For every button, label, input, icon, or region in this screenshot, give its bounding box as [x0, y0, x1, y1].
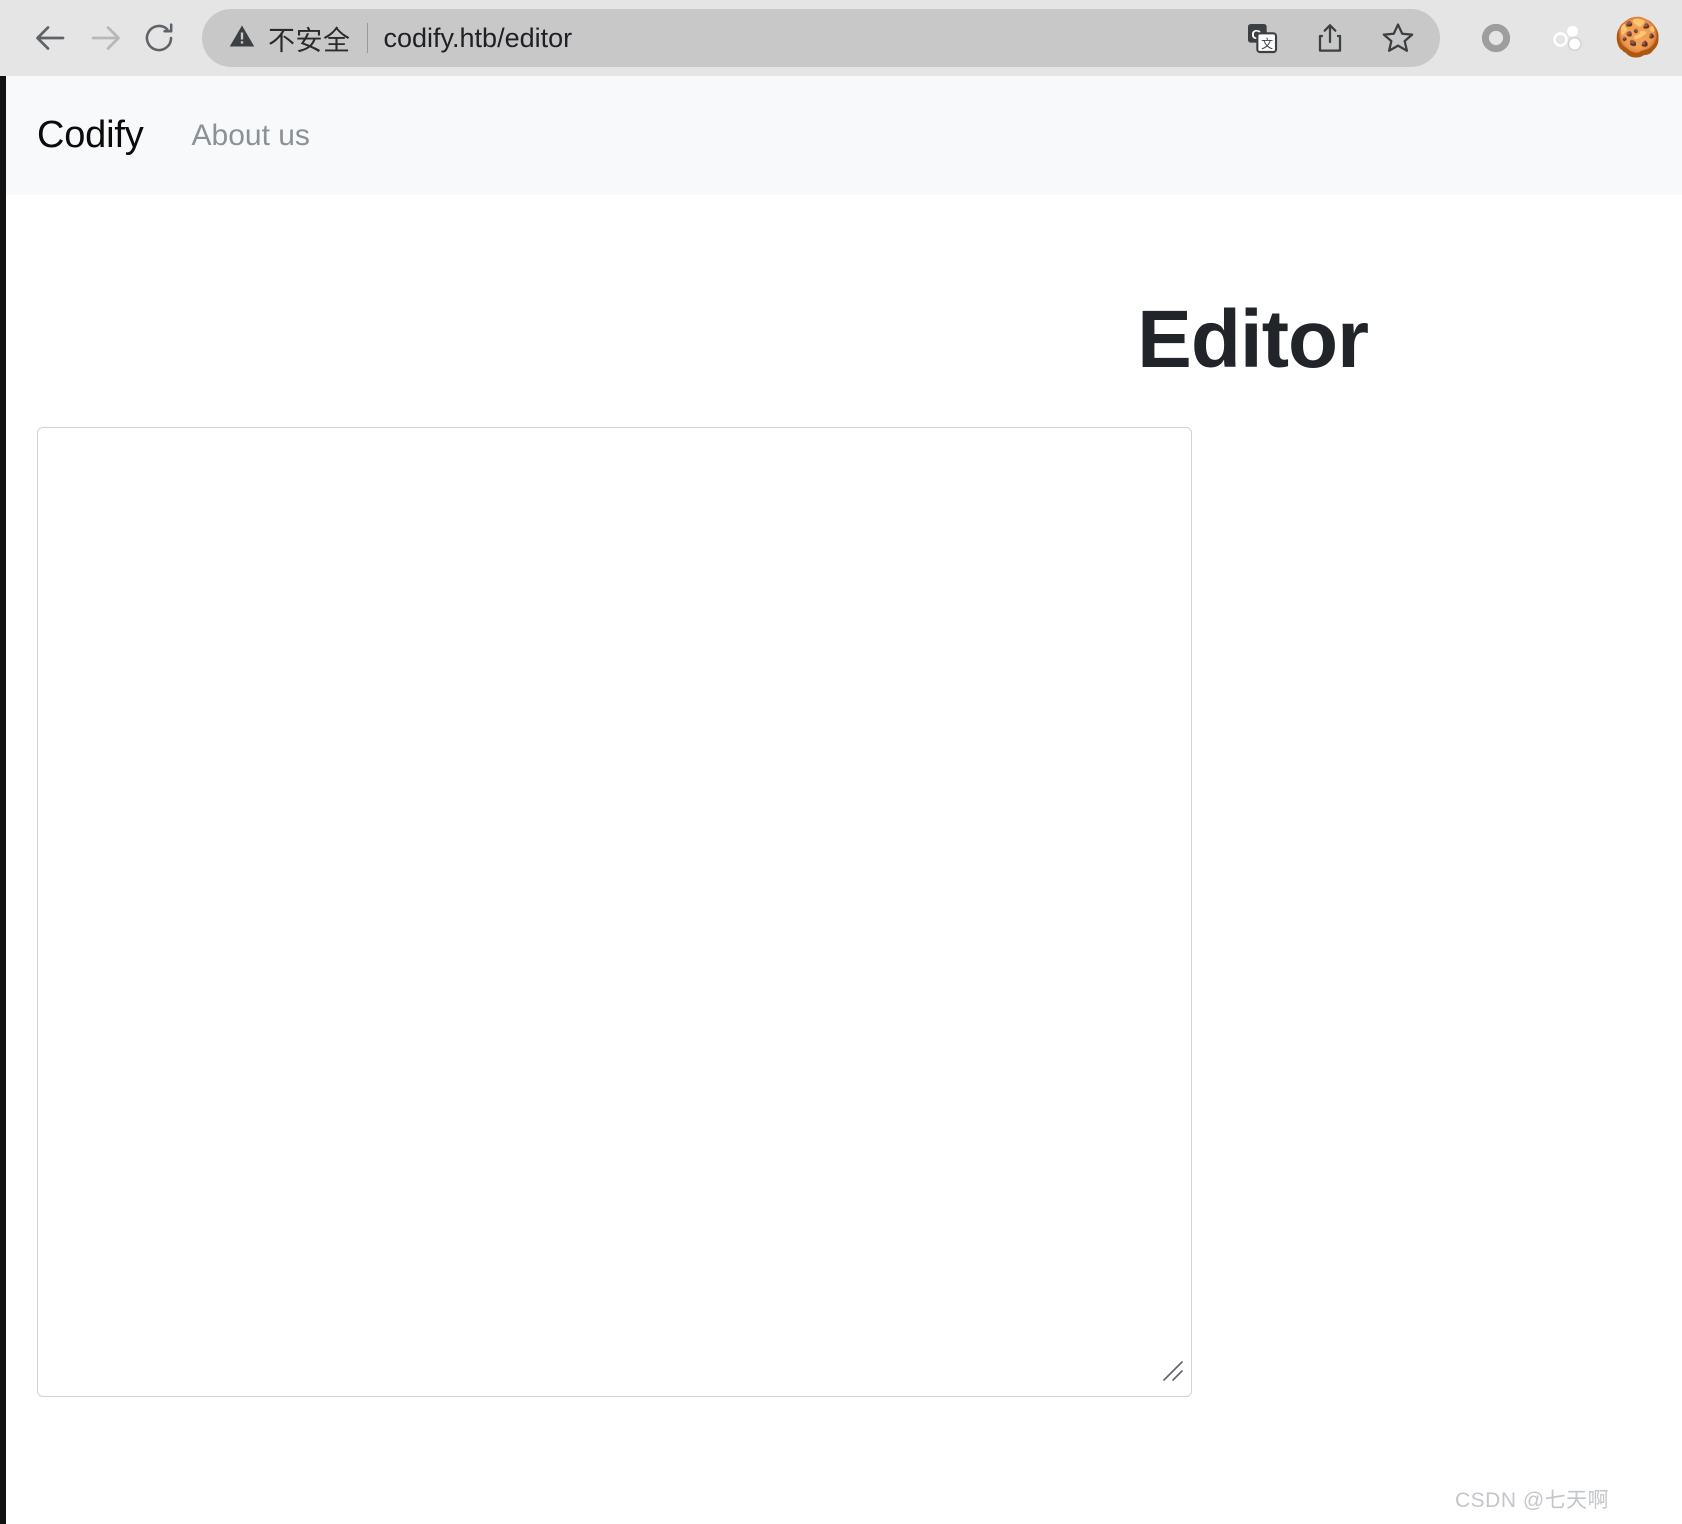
site-navbar: Codify About us [0, 76, 1682, 195]
reload-button[interactable] [132, 11, 186, 65]
back-button[interactable] [24, 11, 78, 65]
cookie-avatar-icon: 🍪 [1614, 17, 1662, 59]
reload-icon [142, 21, 176, 55]
forward-button[interactable] [78, 11, 132, 65]
watermark-text: CSDN @七天啊 [1455, 1489, 1610, 1512]
extensions-molecule-icon[interactable] [1546, 16, 1590, 60]
security-status-text: 不安全 [268, 25, 351, 56]
brand-logo[interactable]: Codify [37, 114, 144, 157]
arrow-right-icon [87, 20, 123, 56]
address-bar[interactable]: 不安全 codify.htb/editor G 文 [202, 9, 1440, 67]
profile-ring-icon[interactable] [1474, 16, 1518, 60]
chrome-actions: 🍪 [1474, 16, 1668, 60]
page-title: Editor [1137, 294, 1369, 385]
browser-toolbar: 不安全 codify.htb/editor G 文 🍪 [0, 0, 1682, 76]
share-icon[interactable] [1308, 16, 1352, 60]
svg-text:文: 文 [1261, 36, 1273, 51]
page-viewport: Codify About us Editor Run [0, 76, 1682, 1524]
bookmark-star-icon[interactable] [1376, 16, 1420, 60]
omnibox-divider [366, 23, 368, 53]
nav-link-about-us[interactable]: About us [192, 119, 310, 153]
not-secure-warning-icon [228, 22, 256, 55]
code-editor-textarea[interactable] [37, 427, 1192, 1397]
omnibox-actions: G 文 [1240, 16, 1420, 60]
url-text: codify.htb/editor [383, 22, 573, 53]
browser-window: 不安全 codify.htb/editor G 文 🍪 Codify About… [0, 0, 1682, 1524]
google-translate-icon[interactable]: G 文 [1240, 16, 1284, 60]
avatar[interactable]: 🍪 [1614, 16, 1662, 60]
viewport-left-edge [0, 76, 6, 1524]
page-content: Editor Run [0, 195, 1682, 1418]
arrow-left-icon [33, 20, 69, 56]
